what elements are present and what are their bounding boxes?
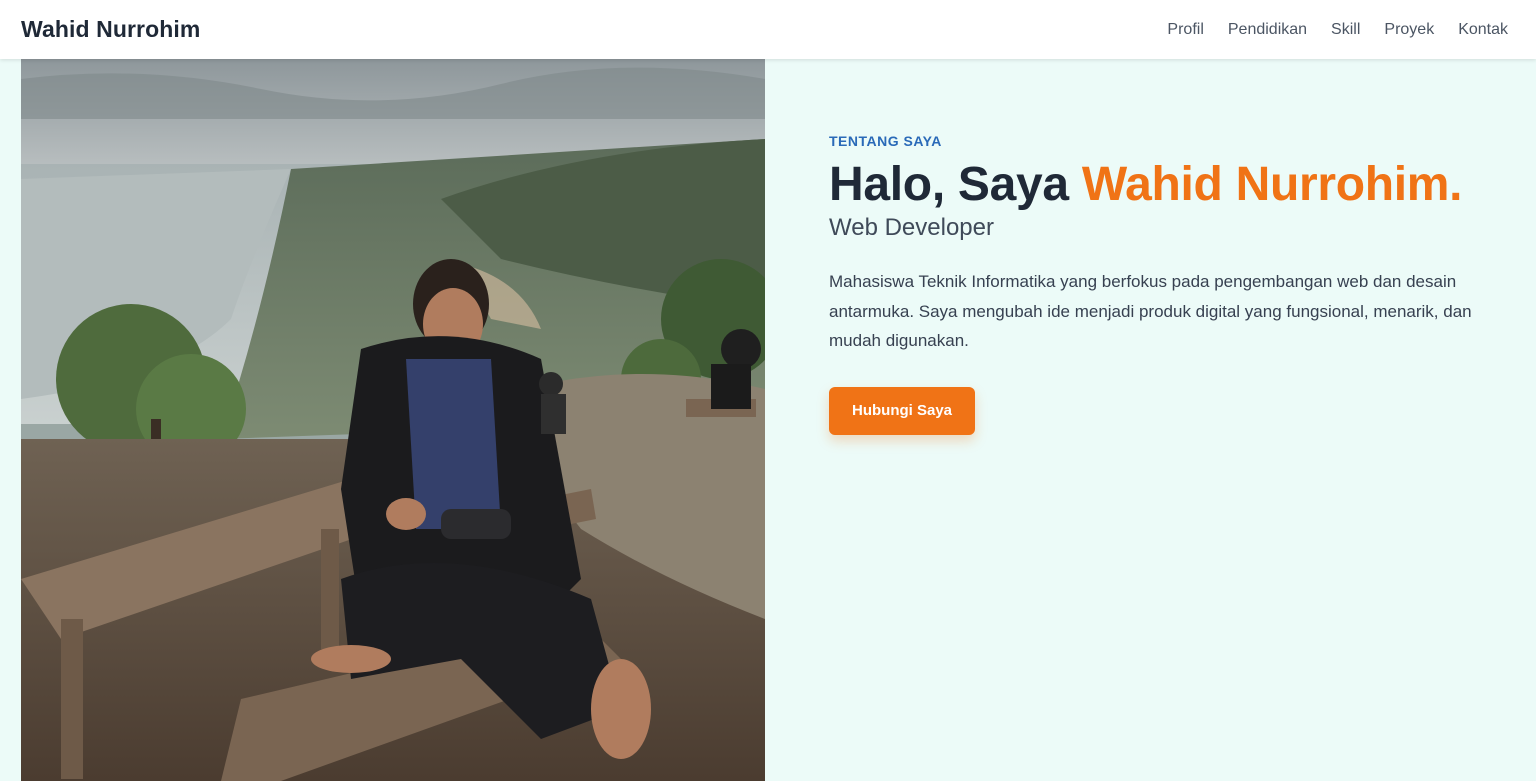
section-eyebrow: TENTANG SAYA xyxy=(829,133,942,149)
nav-links: Profil Pendidikan Skill Proyek Kontak xyxy=(1167,21,1508,39)
brand-logo[interactable]: Wahid Nurrohim xyxy=(21,16,200,43)
nav-link-skill[interactable]: Skill xyxy=(1331,21,1360,38)
nav-link-proyek[interactable]: Proyek xyxy=(1384,21,1434,38)
hero-intro: TENTANG SAYA Halo, Saya Wahid Nurrohim. … xyxy=(829,133,1519,435)
profile-photo xyxy=(21,59,765,781)
headline-name: Wahid Nurrohim. xyxy=(1081,158,1463,211)
contact-button[interactable]: Hubungi Saya xyxy=(829,386,976,435)
headline-greeting: Halo, Saya xyxy=(829,158,1069,211)
nav-link-kontak[interactable]: Kontak xyxy=(1458,21,1508,38)
bio-text: Mahasiswa Teknik Informatika yang berfok… xyxy=(829,272,1472,350)
nav-link-profil[interactable]: Profil xyxy=(1167,21,1203,38)
nav-link-pendidikan[interactable]: Pendidikan xyxy=(1228,21,1307,38)
hero-headline: Halo, Saya Wahid Nurrohim. xyxy=(829,157,1519,213)
job-title: Web Developer xyxy=(829,214,994,241)
navbar: Wahid Nurrohim Profil Pendidikan Skill P… xyxy=(0,0,1536,59)
